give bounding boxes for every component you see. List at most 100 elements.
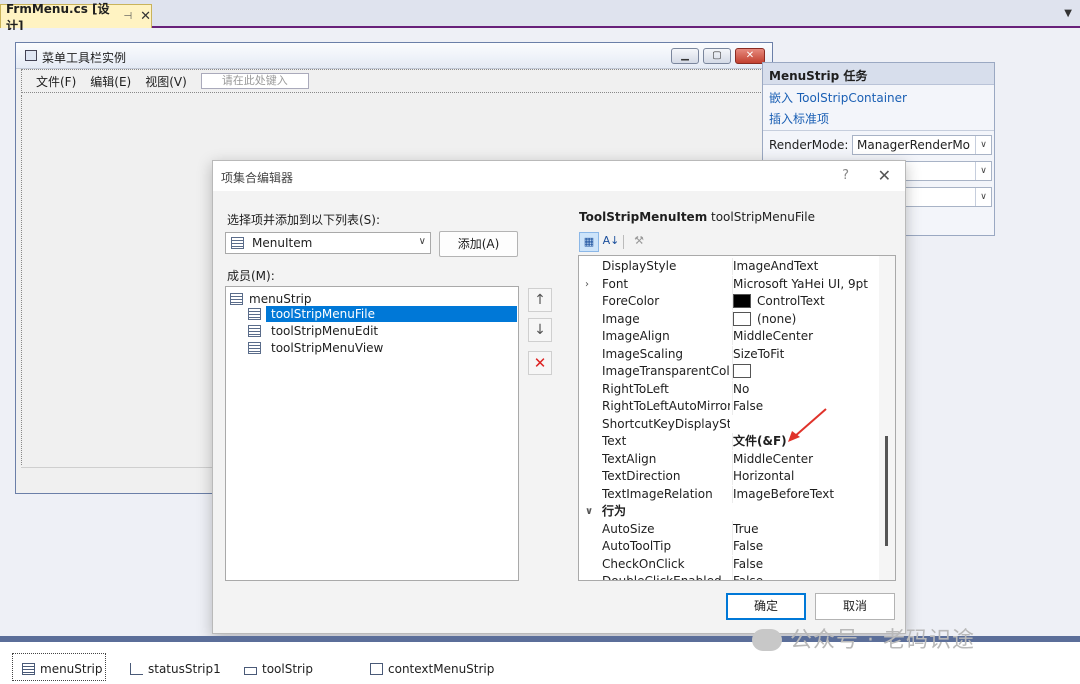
dialog-close-button[interactable]: ✕ bbox=[878, 166, 891, 185]
property-row[interactable]: AutoToolTip False bbox=[579, 538, 879, 556]
property-row[interactable]: RightToLeftAutoMirrorI False bbox=[579, 398, 879, 416]
property-value-cell[interactable]: False bbox=[732, 538, 879, 555]
property-value-cell[interactable]: No bbox=[732, 380, 879, 398]
property-value-cell[interactable]: SizeToFit bbox=[732, 345, 879, 363]
help-button[interactable]: ? bbox=[842, 168, 849, 183]
color-swatch bbox=[733, 311, 751, 326]
menu-item-file[interactable]: 文件(F) bbox=[36, 73, 76, 90]
embed-toolstripcontainer-link[interactable]: 嵌入 ToolStripContainer bbox=[769, 89, 907, 106]
property-value-cell[interactable]: MiddleCenter bbox=[732, 328, 879, 345]
rendermode-select[interactable]: ManagerRenderMo ∨ bbox=[852, 135, 992, 155]
item-type-select[interactable]: MenuItem ∨ bbox=[225, 232, 431, 254]
tree-node-root[interactable]: menuStrip bbox=[230, 291, 312, 307]
maximize-button[interactable]: ▢ bbox=[703, 48, 731, 64]
property-row[interactable]: TextDirection Horizontal bbox=[579, 468, 879, 486]
property-value: False bbox=[733, 399, 764, 413]
document-tab[interactable]: FrmMenu.cs [设计] ⊣ ✕ bbox=[0, 2, 152, 33]
property-row[interactable]: ImageTransparentColo bbox=[579, 363, 879, 381]
menu-item-edit[interactable]: 编辑(E) bbox=[90, 73, 131, 90]
property-row[interactable]: ∨ 行为 bbox=[579, 503, 879, 521]
scrollbar-thumb[interactable] bbox=[885, 436, 888, 546]
members-list[interactable]: menuStrip toolStripMenuFile toolStripMen… bbox=[225, 286, 519, 581]
property-value-cell[interactable] bbox=[732, 363, 879, 380]
add-button[interactable]: 添加(A) bbox=[439, 231, 518, 257]
property-name: AutoSize bbox=[602, 521, 655, 536]
property-name: ImageAlign bbox=[602, 329, 670, 343]
menuitem-icon bbox=[248, 342, 261, 354]
property-row[interactable]: TextAlign MiddleCenter bbox=[579, 450, 879, 469]
menustrip-icon bbox=[22, 663, 35, 675]
color-swatch bbox=[733, 294, 751, 308]
menu-item-view[interactable]: 视图(V) bbox=[145, 73, 187, 90]
property-value-cell[interactable]: False bbox=[732, 555, 879, 573]
tray-item-contextmenustrip[interactable]: contextMenuStrip bbox=[370, 662, 494, 676]
tray-item-toolstrip[interactable]: toolStrip bbox=[244, 662, 313, 676]
members-label: 成员(M): bbox=[227, 269, 275, 283]
document-tab-bar: FrmMenu.cs [设计] ⊣ ✕ ▼ bbox=[0, 0, 1080, 33]
tree-node-label: toolStripMenuEdit bbox=[271, 324, 379, 338]
property-name: Image bbox=[602, 311, 640, 326]
property-value-cell[interactable]: ImageBeforeText bbox=[732, 485, 879, 503]
menuitem-icon bbox=[248, 308, 261, 320]
property-value-cell[interactable]: False bbox=[732, 573, 879, 581]
property-value-cell[interactable]: Horizontal bbox=[732, 468, 879, 485]
property-row[interactable]: ShortcutKeyDisplayStrir bbox=[579, 416, 879, 434]
property-value-cell[interactable]: Microsoft YaHei UI, 9pt bbox=[732, 275, 879, 293]
property-grid[interactable]: DisplayStyle ImageAndText › Font Microsoft Y… bbox=[578, 255, 896, 581]
property-value-cell[interactable]: True bbox=[732, 520, 879, 538]
property-row[interactable]: CheckOnClick False bbox=[579, 555, 879, 574]
type-here-box[interactable]: 请在此处键入 bbox=[200, 73, 309, 89]
categorized-view-icon[interactable]: ▦ bbox=[579, 232, 599, 252]
property-grid-type: ToolStripMenuItem bbox=[579, 210, 708, 224]
property-row[interactable]: Text 文件(&F) bbox=[579, 433, 879, 451]
property-name: TextImageRelation bbox=[602, 486, 713, 501]
move-up-button[interactable]: ↑ bbox=[528, 288, 552, 312]
property-value: SizeToFit bbox=[733, 346, 785, 361]
close-icon[interactable]: ✕ bbox=[140, 9, 151, 24]
tree-node-label: toolStripMenuView bbox=[271, 341, 384, 355]
move-down-button[interactable]: ↓ bbox=[528, 318, 552, 342]
tree-node-toolstripmenuview[interactable]: toolStripMenuView bbox=[248, 340, 383, 356]
menu-strip[interactable]: 文件(F) 编辑(E) 视图(V) 请在此处键入 bbox=[21, 69, 767, 93]
cancel-button[interactable]: 取消 bbox=[815, 593, 895, 620]
property-row[interactable]: ForeColor ControlText bbox=[579, 293, 879, 311]
property-row[interactable]: ImageScaling SizeToFit bbox=[579, 345, 879, 364]
ok-button[interactable]: 确定 bbox=[726, 593, 806, 620]
property-value: Horizontal bbox=[733, 469, 795, 483]
property-row[interactable]: AutoSize True bbox=[579, 520, 879, 539]
expand-icon[interactable]: › bbox=[585, 276, 589, 293]
delete-button[interactable]: ✕ bbox=[528, 351, 552, 375]
divider bbox=[763, 130, 994, 131]
property-row[interactable]: Image (none) bbox=[579, 310, 879, 329]
property-value-cell[interactable]: (none) bbox=[732, 310, 879, 328]
property-row[interactable]: ImageAlign MiddleCenter bbox=[579, 328, 879, 346]
watermark: 公众号 · 老码识途 bbox=[752, 622, 975, 654]
pin-icon[interactable]: ⊣ bbox=[123, 11, 132, 22]
property-row[interactable]: TextImageRelation ImageBeforeText bbox=[579, 485, 879, 504]
property-row[interactable]: › Font Microsoft YaHei UI, 9pt bbox=[579, 275, 879, 294]
tray-item-menustrip[interactable]: menuStrip bbox=[22, 662, 103, 676]
tab-dropdown-icon[interactable]: ▼ bbox=[1064, 8, 1072, 19]
property-row[interactable]: DisplayStyle ImageAndText bbox=[579, 258, 879, 276]
tree-node-toolstripmenuedit[interactable]: toolStripMenuEdit bbox=[248, 323, 378, 339]
property-row[interactable]: RightToLeft No bbox=[579, 380, 879, 399]
property-name: ImageTransparentColo bbox=[602, 364, 730, 378]
insert-standard-items-link[interactable]: 插入标准项 bbox=[769, 110, 829, 127]
dialog-title: 项集合编辑器 bbox=[221, 171, 294, 185]
form-title: 菜单工具栏实例 bbox=[42, 51, 127, 65]
tree-node-toolstripmenufile[interactable]: toolStripMenuFile bbox=[248, 306, 379, 322]
tray-item-label: toolStrip bbox=[262, 662, 313, 676]
tray-item-statusstrip[interactable]: statusStrip1 bbox=[130, 662, 221, 676]
property-row[interactable]: DoubleClickEnabled False bbox=[579, 573, 879, 581]
minimize-button[interactable]: ▁ bbox=[671, 48, 699, 64]
property-value-cell[interactable]: ControlText bbox=[732, 293, 879, 310]
property-value-cell[interactable]: ImageAndText bbox=[732, 258, 879, 275]
collapse-icon[interactable]: ∨ bbox=[585, 503, 593, 520]
wrench-icon[interactable]: ⚒ bbox=[629, 232, 649, 252]
form-close-button[interactable]: ✕ bbox=[735, 48, 765, 64]
property-value: False bbox=[733, 574, 764, 581]
property-grid-toolbar: ▦ A↓ ⚒ bbox=[579, 232, 644, 252]
property-name: ImageScaling bbox=[602, 346, 684, 361]
alphabetical-sort-icon[interactable]: A↓ bbox=[601, 232, 621, 252]
property-value-cell[interactable]: MiddleCenter bbox=[732, 450, 879, 468]
